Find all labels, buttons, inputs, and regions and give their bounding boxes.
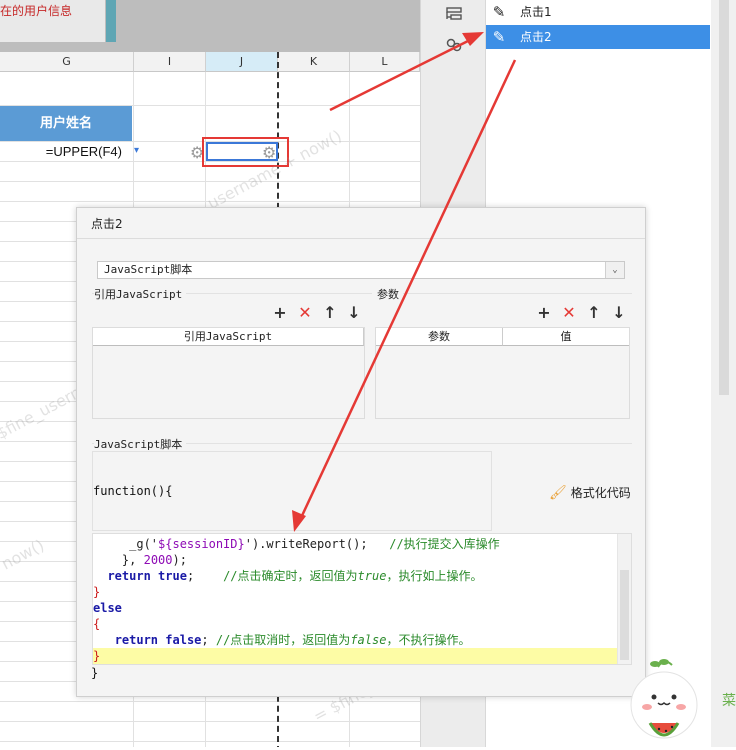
code-token: ，执行如上操作。 — [386, 569, 483, 583]
move-down-param-button[interactable]: ↓ — [609, 303, 629, 323]
code-token: { — [93, 617, 101, 631]
chevron-down-icon[interactable]: ⌄ — [605, 262, 624, 278]
format-code-label: 格式化代码 — [570, 486, 631, 500]
dropdown-marker-icon: ▾ — [134, 145, 140, 156]
code-line[interactable]: } — [93, 648, 617, 664]
params-table[interactable]: 参数 值 — [375, 327, 630, 419]
code-token: } — [93, 649, 101, 663]
event-item-label: 点击2 — [520, 30, 552, 44]
code-token: }, — [121, 553, 144, 567]
js-script-label: JavaScript脚本 — [94, 436, 187, 452]
code-token: 2000 — [143, 553, 173, 567]
ref-js-label: 引用JavaScript — [94, 286, 187, 302]
code-line[interactable]: else — [93, 600, 617, 616]
code-token: ').writeReport(); — [244, 537, 390, 551]
code-token: false — [350, 633, 387, 647]
brush-icon: 🖌 — [549, 485, 567, 501]
delete-ref-js-button[interactable]: ✕ — [295, 303, 315, 323]
grid-row-line — [0, 721, 420, 722]
code-editor[interactable]: _g('${sessionID}').writeReport(); //执行提交… — [92, 533, 632, 665]
event-editor-dialog: 点击2 JavaScript脚本 ⌄ 引用JavaScript 参数 + ✕ ↑… — [76, 207, 646, 697]
script-type-value: JavaScript脚本 — [104, 263, 193, 276]
column-header-j[interactable]: J — [206, 52, 278, 72]
params-label: 参数 — [377, 286, 403, 302]
column-header-k[interactable]: K — [278, 52, 350, 72]
format-code-button[interactable]: 🖌 格式化代码 — [549, 484, 631, 501]
grid-row-line — [0, 741, 420, 742]
code-line[interactable]: return true; //点击确定时，返回值为true，执行如上操作。 — [93, 568, 617, 584]
event-item-click1[interactable]: ✎ 点击1 — [486, 0, 710, 24]
info-cell-text: 在的用户信息 — [0, 4, 73, 18]
code-token: ${sessionID} — [158, 537, 245, 551]
event-item-label: 点击1 — [520, 5, 552, 19]
right-scrollbar[interactable] — [711, 0, 736, 747]
script-type-select[interactable]: JavaScript脚本 ⌄ — [97, 261, 625, 279]
function-declaration: function(){ — [93, 484, 173, 498]
grid-row-line — [0, 181, 420, 182]
column-header-l[interactable]: L — [350, 52, 420, 72]
dialog-title: 点击2 — [91, 217, 123, 231]
delete-param-button[interactable]: ✕ — [559, 303, 579, 323]
code-token: return — [107, 569, 151, 583]
function-close-brace: } — [91, 666, 99, 680]
scrollbar-thumb[interactable] — [719, 0, 729, 395]
dialog-divider — [77, 238, 645, 239]
user-name-header-cell[interactable]: 用户姓名 — [0, 106, 132, 141]
code-line[interactable]: } — [93, 584, 617, 600]
formula-cell[interactable]: =UPPER(F4) — [0, 142, 132, 161]
ref-js-column-header: 引用JavaScript — [93, 328, 364, 346]
column-header-g[interactable]: G — [0, 52, 134, 72]
add-param-button[interactable]: + — [534, 303, 554, 323]
column-header-i[interactable]: I — [134, 52, 206, 72]
code-scrollbar[interactable] — [617, 534, 631, 664]
code-token: true — [158, 569, 187, 583]
ref-js-table[interactable]: 引用JavaScript — [92, 327, 365, 419]
code-token: _g(' — [129, 537, 159, 551]
move-up-ref-js-button[interactable]: ↑ — [320, 303, 340, 323]
code-token: } — [93, 585, 101, 599]
move-up-param-button[interactable]: ↑ — [584, 303, 604, 323]
watermelon-mascot — [628, 655, 716, 747]
code-token: ; — [186, 569, 224, 583]
code-token: //点击确定时，返回值为 — [223, 569, 358, 583]
code-token: true — [357, 569, 387, 583]
code-token: //执行提交入库操作 — [389, 537, 500, 551]
scrollbar-thumb[interactable] — [620, 570, 629, 660]
teal-column-strip — [106, 0, 116, 42]
param-column-header: 参数 — [376, 328, 503, 346]
code-token: false — [165, 633, 202, 647]
event-item-click2[interactable]: ✎ 点击2 — [486, 25, 710, 49]
code-token: ; — [201, 633, 216, 647]
code-token: return — [114, 633, 159, 647]
pencil-icon: ✎ — [492, 3, 506, 21]
code-line[interactable]: { — [93, 616, 617, 632]
code-token: //点击取消时，返回值为 — [215, 633, 351, 647]
move-down-ref-js-button[interactable]: ↓ — [344, 303, 364, 323]
separator — [377, 293, 632, 294]
code-token: ); — [172, 553, 187, 567]
link-icon[interactable] — [445, 36, 463, 54]
info-cell[interactable]: 在的用户信息 — [0, 0, 105, 42]
value-column-header: 值 — [503, 328, 629, 346]
code-line[interactable]: }, 2000); — [93, 552, 617, 568]
pencil-icon: ✎ — [492, 28, 506, 46]
code-line[interactable]: _g('${sessionID}').writeReport(); //执行提交… — [93, 536, 617, 552]
mascot-caption: 菜 — [722, 693, 736, 709]
code-token: else — [93, 601, 122, 615]
add-ref-js-button[interactable]: + — [270, 303, 290, 323]
code-line[interactable]: return false; //点击取消时，返回值为false，不执行操作。 — [93, 632, 617, 648]
layers-icon[interactable] — [445, 5, 463, 23]
code-token: ，不执行操作。 — [386, 633, 471, 647]
